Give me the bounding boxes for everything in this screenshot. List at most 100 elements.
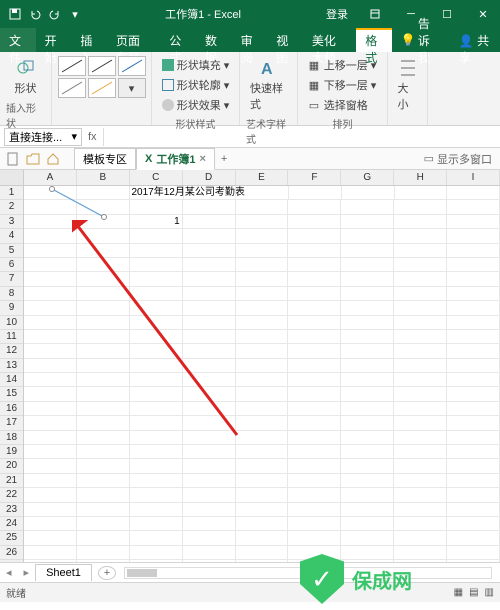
cell[interactable]: [394, 431, 447, 444]
cell[interactable]: [394, 330, 447, 343]
row-header[interactable]: 7: [0, 272, 23, 286]
cell[interactable]: [341, 330, 394, 343]
select-all-corner[interactable]: [0, 170, 23, 186]
cell[interactable]: [394, 344, 447, 357]
cell[interactable]: [288, 474, 341, 487]
cell[interactable]: [288, 503, 341, 516]
row-header[interactable]: 14: [0, 373, 23, 387]
column-header[interactable]: C: [130, 170, 183, 185]
cell[interactable]: [447, 387, 500, 400]
cell[interactable]: [341, 344, 394, 357]
row-header[interactable]: 11: [0, 330, 23, 344]
cell[interactable]: [236, 215, 289, 228]
cell[interactable]: [77, 503, 130, 516]
row-header[interactable]: 4: [0, 229, 23, 243]
cell[interactable]: [447, 258, 500, 271]
cell[interactable]: [77, 474, 130, 487]
multi-window-toggle[interactable]: ▭ 显示多窗口: [416, 151, 500, 167]
cell[interactable]: [24, 474, 77, 487]
cell[interactable]: [130, 503, 183, 516]
cell[interactable]: [236, 531, 289, 544]
cell[interactable]: [394, 272, 447, 285]
cell[interactable]: [77, 459, 130, 472]
cell[interactable]: [130, 474, 183, 487]
cell[interactable]: [341, 503, 394, 516]
cell[interactable]: [24, 517, 77, 530]
cell[interactable]: [341, 200, 394, 213]
row-header[interactable]: 23: [0, 503, 23, 517]
cell[interactable]: [183, 546, 236, 559]
cell[interactable]: [236, 330, 289, 343]
share-button[interactable]: 👤 共享: [449, 28, 500, 52]
cell[interactable]: [341, 258, 394, 271]
row-header[interactable]: 16: [0, 402, 23, 416]
ribbon-options-icon[interactable]: [358, 0, 392, 28]
cell[interactable]: [341, 531, 394, 544]
cell[interactable]: [130, 531, 183, 544]
fx-icon[interactable]: fx: [82, 131, 103, 143]
cell[interactable]: [236, 387, 289, 400]
cell[interactable]: [447, 344, 500, 357]
row-header[interactable]: 6: [0, 258, 23, 272]
cell[interactable]: [447, 416, 500, 429]
cell[interactable]: [77, 517, 130, 530]
cell[interactable]: [288, 229, 341, 242]
column-header[interactable]: E: [236, 170, 289, 185]
close-icon[interactable]: ✕: [466, 0, 500, 28]
cell[interactable]: [77, 546, 130, 559]
cell[interactable]: [24, 330, 77, 343]
cell[interactable]: [288, 344, 341, 357]
cell[interactable]: [394, 474, 447, 487]
cell[interactable]: [288, 287, 341, 300]
cell[interactable]: [236, 359, 289, 372]
cell[interactable]: [236, 560, 289, 562]
cell[interactable]: [341, 445, 394, 458]
sheet-tab[interactable]: Sheet1: [35, 564, 92, 581]
tab-insert[interactable]: 插入: [71, 28, 107, 52]
cell[interactable]: [288, 387, 341, 400]
wordart-quick-styles-button[interactable]: A 快速样式: [246, 56, 291, 114]
cell[interactable]: [288, 373, 341, 386]
cell[interactable]: [236, 431, 289, 444]
cell[interactable]: [236, 488, 289, 501]
cell[interactable]: [341, 215, 394, 228]
cell[interactable]: [394, 301, 447, 314]
name-box[interactable]: 直接连接...▾: [4, 128, 82, 146]
row-header[interactable]: 1: [0, 186, 23, 200]
cell[interactable]: [447, 272, 500, 285]
cell[interactable]: [183, 531, 236, 544]
home-icon[interactable]: [46, 152, 60, 166]
cell[interactable]: [288, 244, 341, 257]
template-tab[interactable]: 模板专区: [74, 148, 136, 170]
row-header[interactable]: 27: [0, 560, 23, 562]
cell[interactable]: [130, 560, 183, 562]
tab-beautify[interactable]: 美化大师: [303, 28, 356, 52]
cell[interactable]: [341, 272, 394, 285]
cell[interactable]: [236, 258, 289, 271]
cell[interactable]: [394, 416, 447, 429]
cell[interactable]: [130, 546, 183, 559]
tab-file[interactable]: 文件: [0, 28, 36, 52]
cell[interactable]: [77, 560, 130, 562]
shape-outline-button[interactable]: 形状轮廓 ▾: [160, 76, 232, 94]
cell[interactable]: [341, 416, 394, 429]
tab-home[interactable]: 开始: [36, 28, 72, 52]
cell[interactable]: [394, 373, 447, 386]
close-tab-icon[interactable]: ×: [199, 153, 205, 165]
login-button[interactable]: 登录: [316, 6, 358, 22]
cell[interactable]: [288, 531, 341, 544]
cell[interactable]: [24, 301, 77, 314]
cell[interactable]: [447, 215, 500, 228]
cell[interactable]: [24, 503, 77, 516]
tab-view[interactable]: 视图: [267, 28, 303, 52]
cell[interactable]: [236, 445, 289, 458]
cell[interactable]: [447, 330, 500, 343]
row-header[interactable]: 13: [0, 359, 23, 373]
cell[interactable]: [288, 431, 341, 444]
cell[interactable]: [394, 316, 447, 329]
cell[interactable]: [24, 359, 77, 372]
cell[interactable]: [183, 560, 236, 562]
column-header[interactable]: D: [183, 170, 236, 185]
cell[interactable]: [288, 301, 341, 314]
cell[interactable]: [236, 272, 289, 285]
